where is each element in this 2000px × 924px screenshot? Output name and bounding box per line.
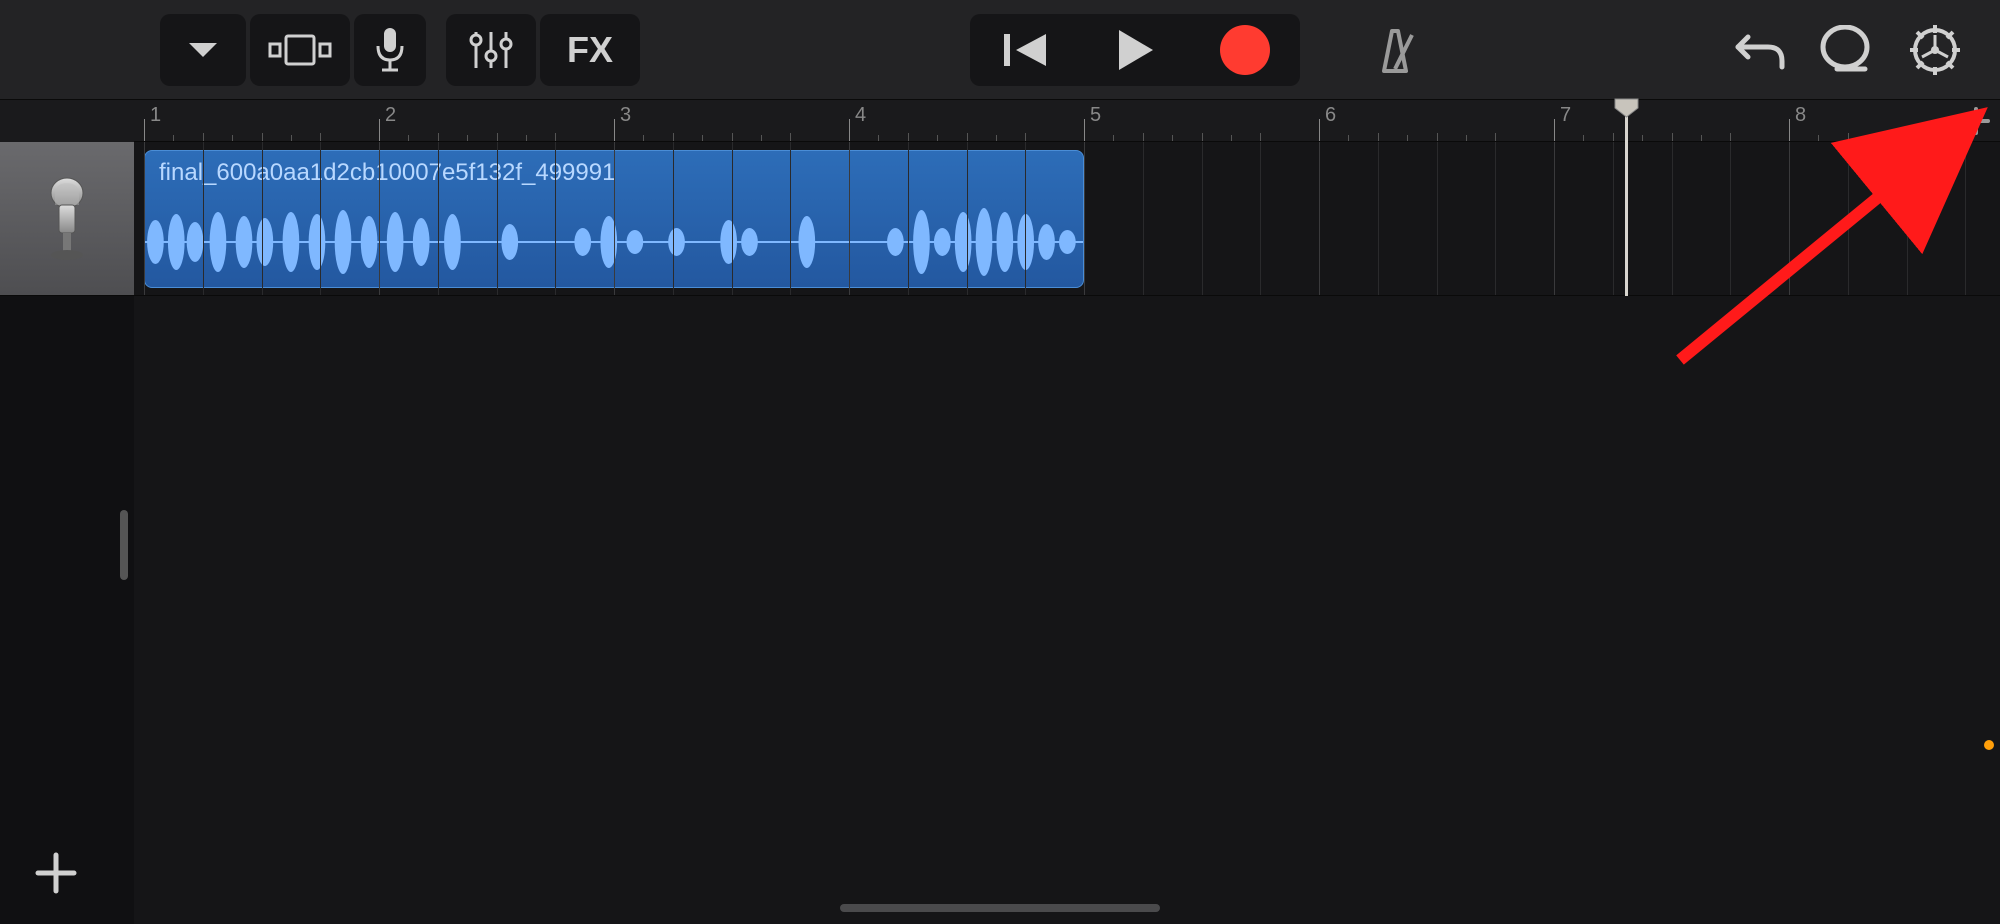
fx-button[interactable]: FX [540, 14, 640, 86]
gear-icon [1908, 23, 1962, 77]
track-view-icon [268, 32, 332, 68]
ruler-bar-label: 4 [855, 104, 866, 127]
track-controls-button[interactable] [446, 14, 536, 86]
undo-button[interactable] [1720, 14, 1800, 86]
playhead[interactable] [1625, 100, 1628, 296]
ruler-bar-label: 2 [385, 104, 396, 127]
sliders-icon [466, 26, 516, 74]
loop-browser-button[interactable] [1800, 14, 1890, 86]
play-icon [1115, 28, 1155, 72]
record-button[interactable] [1190, 14, 1300, 86]
ruler-bar-label: 3 [620, 104, 631, 127]
home-indicator [840, 904, 1160, 912]
track-header[interactable] [0, 142, 134, 296]
metronome-button[interactable] [1350, 14, 1440, 86]
ruler-bar-label: 5 [1090, 104, 1101, 127]
metronome-icon [1370, 25, 1420, 75]
fx-label: FX [567, 29, 613, 71]
add-section-button[interactable] [1956, 100, 1996, 142]
ruler-bar-label: 1 [150, 104, 161, 127]
chevron-down-icon [185, 39, 221, 61]
plus-icon [34, 851, 78, 895]
tracks-area: final_600a0aa1d2cb10007e5f132f_499991 [0, 142, 2000, 924]
record-icon [1219, 24, 1271, 76]
play-button[interactable] [1080, 14, 1190, 86]
add-track-button[interactable] [34, 851, 78, 900]
microphone-button[interactable] [354, 14, 426, 86]
playhead-marker-icon [1614, 98, 1639, 118]
plus-icon [1962, 107, 1990, 135]
timeline-ruler[interactable]: 1 2 3 4 5 6 7 8 [134, 100, 2000, 142]
undo-icon [1734, 29, 1786, 71]
microphone-icon [373, 26, 407, 74]
ruler-bar-label: 8 [1795, 104, 1806, 127]
ruler-bar-label: 7 [1560, 104, 1571, 127]
ruler-bar-label: 6 [1325, 104, 1336, 127]
transport-controls [970, 14, 1300, 86]
timeline[interactable]: final_600a0aa1d2cb10007e5f132f_499991 [134, 142, 2000, 924]
track-header-scrollbar[interactable] [120, 510, 128, 580]
controls-tool-group: FX [446, 14, 640, 86]
track-view-button[interactable] [250, 14, 350, 86]
edge-indicator-dot [1984, 740, 1994, 750]
view-tool-group [160, 14, 426, 86]
settings-button[interactable] [1890, 14, 1980, 86]
rewind-button[interactable] [970, 14, 1080, 86]
toolbar: FX [0, 0, 2000, 100]
tracks-dropdown-button[interactable] [160, 14, 246, 86]
loop-icon [1817, 25, 1873, 75]
audio-track-mic-icon [40, 177, 94, 261]
rewind-icon [1000, 30, 1050, 70]
track-headers [0, 142, 134, 924]
track-row[interactable]: final_600a0aa1d2cb10007e5f132f_499991 [134, 142, 2000, 296]
